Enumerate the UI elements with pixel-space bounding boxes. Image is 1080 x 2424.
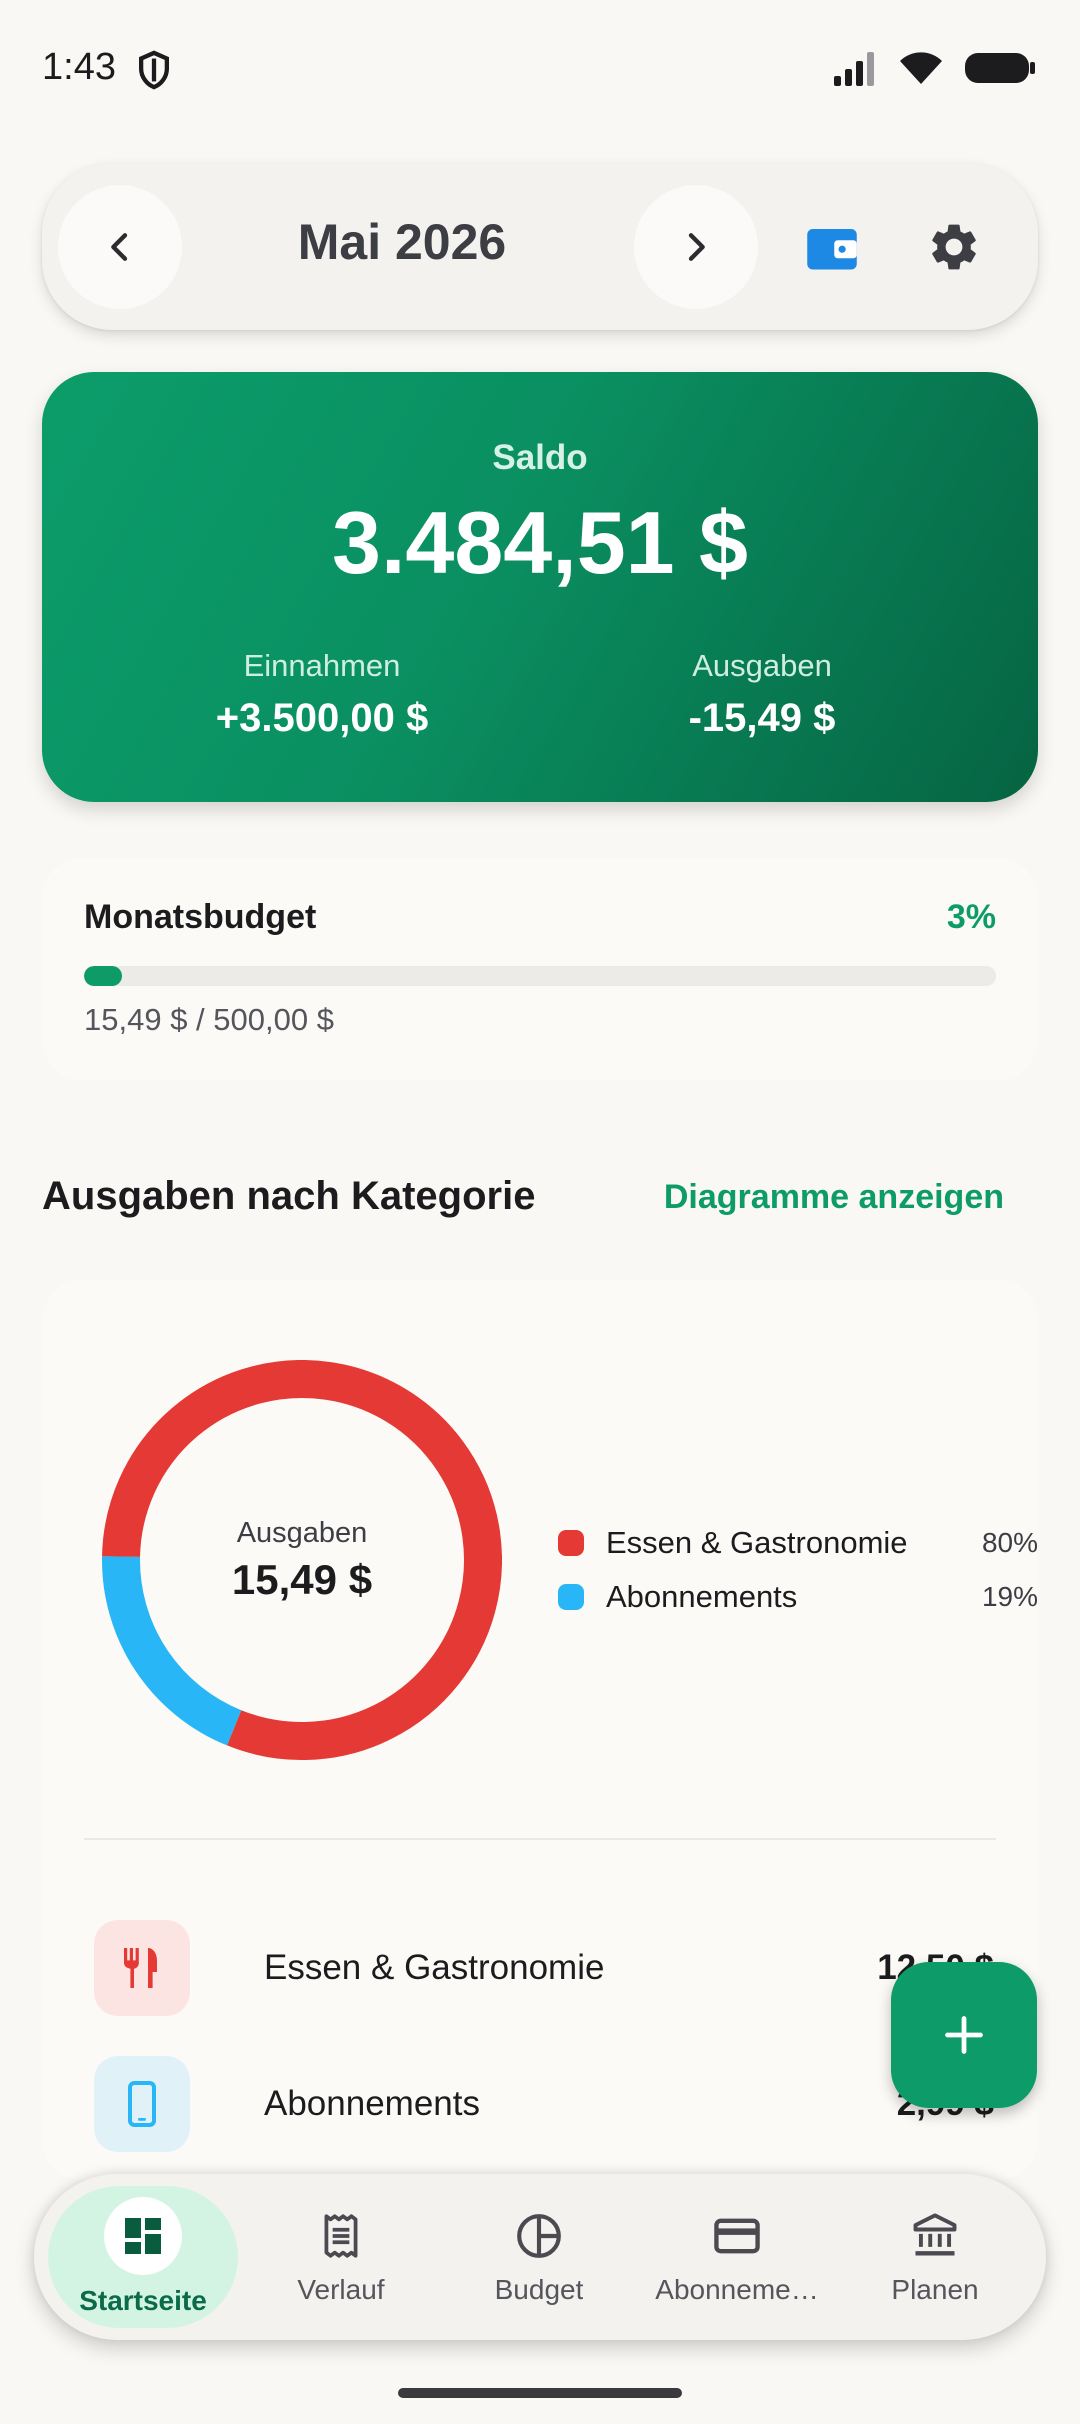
- donut-center: Ausgaben 15,49 $: [102, 1360, 502, 1760]
- category-icon-box: [94, 2056, 190, 2152]
- signal-icon: [834, 52, 874, 86]
- income-value: +3.500,00 $: [215, 696, 429, 740]
- dashboard-icon: [104, 2197, 182, 2275]
- show-charts-link[interactable]: Diagramme anzeigen: [664, 1178, 1004, 1217]
- expense-value: -15,49 $: [688, 696, 836, 740]
- wifi-icon: [900, 52, 942, 84]
- donut-center-value: 15,49 $: [231, 1555, 373, 1603]
- balance-card: Saldo 3.484,51 $ Einnahmen +3.500,00 $ A…: [42, 372, 1038, 802]
- category-card: Ausgaben 15,49 $ Essen & Gastronomie 80%…: [42, 1280, 1038, 2180]
- section-title: Ausgaben nach Kategorie: [42, 1174, 536, 1218]
- budget-amount: 15,49 $ / 500,00 $: [84, 1002, 334, 1037]
- previous-month-button[interactable]: [58, 185, 182, 309]
- bottom-navigation: Startseite Verlauf Budget Abonneme… Plan…: [34, 2174, 1046, 2340]
- nav-label: Budget: [494, 2274, 584, 2305]
- legend-item: Abonnements 19%: [558, 1570, 1038, 1624]
- expense-summary: Ausgaben -15,49 $: [582, 648, 942, 741]
- balance-value: 3.484,51 $: [332, 493, 748, 592]
- nav-label: Planen: [891, 2274, 979, 2305]
- month-title: Mai 2026: [297, 214, 507, 270]
- nav-label: Verlauf: [297, 2274, 385, 2305]
- smartphone-icon: [128, 2081, 156, 2127]
- legend-dot: [558, 1530, 584, 1556]
- income-label: Einnahmen: [243, 648, 401, 683]
- donut-center-label: Ausgaben: [236, 1516, 368, 1549]
- add-transaction-button[interactable]: [891, 1962, 1037, 2108]
- status-bar: 1:43: [0, 0, 1080, 140]
- shield-icon: [139, 50, 169, 90]
- nav-item-planen[interactable]: Planen: [840, 2186, 1030, 2328]
- category-icon-box: [94, 1920, 190, 2016]
- status-icons: [832, 50, 1036, 86]
- nav-item-budget[interactable]: Budget: [444, 2186, 634, 2328]
- legend-percent: 19%: [981, 1581, 1038, 1612]
- legend-percent: 80%: [981, 1527, 1038, 1558]
- legend-label: Essen & Gastronomie: [606, 1525, 908, 1560]
- category-name: Abonnements: [264, 2084, 480, 2123]
- chart-legend: Essen & Gastronomie 80% Abonnements 19%: [558, 1516, 1038, 1624]
- status-time: 1:43: [42, 46, 116, 88]
- next-month-button[interactable]: [634, 185, 758, 309]
- chevron-left-icon: [111, 233, 128, 261]
- fork-knife-icon: [124, 1948, 157, 1988]
- income-summary: Einnahmen +3.500,00 $: [142, 648, 502, 741]
- month-header: Mai 2026: [42, 163, 1038, 330]
- category-name: Essen & Gastronomie: [264, 1948, 605, 1987]
- nav-item-abonnements[interactable]: Abonneme…: [642, 2186, 832, 2328]
- divider: [84, 1838, 996, 1840]
- legend-label: Abonnements: [606, 1579, 798, 1614]
- pie-chart-icon: [511, 2208, 567, 2264]
- nav-item-startseite[interactable]: Startseite: [48, 2186, 238, 2328]
- legend-dot: [558, 1584, 584, 1610]
- budget-percent: 3%: [946, 898, 996, 936]
- budget-progress-bar: [84, 966, 996, 986]
- nav-item-verlauf[interactable]: Verlauf: [246, 2186, 436, 2328]
- credit-card-icon: [709, 2208, 765, 2264]
- gear-icon: [932, 224, 976, 270]
- balance-label: Saldo: [492, 438, 588, 477]
- expense-label: Ausgaben: [692, 648, 832, 683]
- battery-icon: [965, 53, 1035, 83]
- nav-label: Startseite: [79, 2285, 207, 2316]
- wallet-button[interactable]: [802, 217, 862, 277]
- plus-icon: [945, 2016, 983, 2054]
- legend-item: Essen & Gastronomie 80%: [558, 1516, 1038, 1570]
- receipt-icon: [313, 2208, 369, 2264]
- budget-progress-fill: [84, 966, 122, 986]
- home-indicator: [398, 2388, 682, 2398]
- category-row-essen[interactable]: Essen & Gastronomie 12,50 $: [94, 1920, 994, 2016]
- wallet-icon: [807, 229, 857, 270]
- category-row-abonnements[interactable]: Abonnements 2,99 $: [94, 2056, 994, 2152]
- chevron-right-icon: [688, 233, 705, 261]
- monthly-budget-card[interactable]: Monatsbudget 3% 15,49 $ / 500,00 $: [42, 858, 1038, 1080]
- bank-icon: [907, 2208, 963, 2264]
- budget-title: Monatsbudget: [84, 898, 317, 936]
- settings-button[interactable]: [922, 215, 986, 279]
- nav-label: Abonneme…: [655, 2274, 819, 2305]
